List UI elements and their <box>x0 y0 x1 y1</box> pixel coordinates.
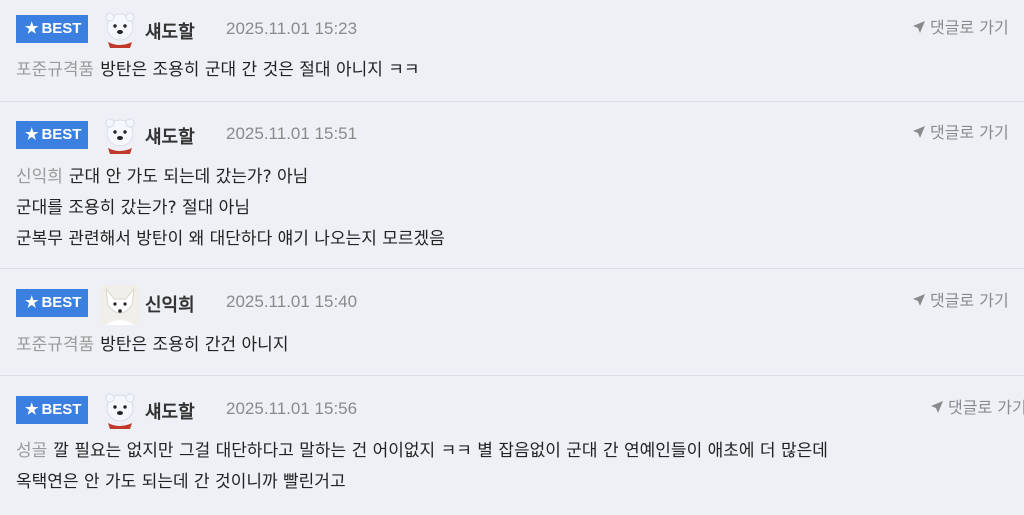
comment-line: 군복무 관련해서 방탄이 왜 대단하다 얘기 나오는지 모르겠음 <box>16 229 445 249</box>
send-arrow-icon <box>930 399 944 418</box>
star-icon: ★ <box>25 294 39 311</box>
reply-link[interactable]: 댓글로 가기 <box>912 287 1009 311</box>
comment-body: 포준규격품 방탄은 조용히 군대 간 것은 절대 아니지 ㅋㅋ <box>16 55 420 86</box>
star-icon: ★ <box>25 401 39 418</box>
comment-body: 포준규격품 방탄은 조용히 간건 아니지 <box>16 330 288 361</box>
comment-date: 2025.11.01 15:23 <box>226 19 358 38</box>
comment-body: 신익희 군대 안 가도 되는데 갔는가? 아님 군대를 조용히 갔는가? 절대 아… <box>16 162 445 255</box>
author-name[interactable]: 신익희 <box>145 291 195 317</box>
comment-date: 2025.11.01 15:51 <box>226 124 358 143</box>
polar-bear-avatar-icon[interactable] <box>100 10 140 50</box>
comment-date: 2025.11.01 15:56 <box>226 399 358 418</box>
reply-link[interactable]: 댓글로 가기 <box>930 394 1024 418</box>
mention-name[interactable]: 신익희 <box>16 167 63 187</box>
send-arrow-icon <box>912 292 926 311</box>
send-arrow-icon <box>912 19 926 38</box>
author-name[interactable]: 섀도할 <box>145 123 195 149</box>
comment-date: 2025.11.01 15:40 <box>226 292 358 311</box>
comment-body: 성골 깔 필요는 없지만 그걸 대단하다고 말하는 건 어이없지 ㅋㅋ 별 잡음없… <box>16 436 828 498</box>
comment-item: ★ BEST 신익희 2025.11.01 15:40 댓글로 가기 포준규격품 방… <box>0 269 1024 376</box>
comment-line: 포준규격품 방탄은 조용히 간건 아니지 <box>16 335 289 355</box>
comment-item: ★ BEST 섀도할 2025.11.01 15:51 댓글로 가기 신익희 군대 … <box>0 102 1024 269</box>
reply-link[interactable]: 댓글로 가기 <box>912 14 1009 38</box>
best-badge: ★ BEST <box>16 396 88 424</box>
arctic-fox-avatar-icon[interactable] <box>100 285 140 325</box>
mention-name[interactable]: 포준규격품 <box>16 60 94 80</box>
best-badge: ★ BEST <box>16 121 88 149</box>
comment-line: 신익희 군대 안 가도 되는데 갔는가? 아님 <box>16 167 309 187</box>
send-arrow-icon <box>912 124 926 143</box>
comment-line: 옥택연은 안 가도 되는데 간 것이니까 빨린거고 <box>16 472 346 492</box>
reply-link[interactable]: 댓글로 가기 <box>912 119 1009 143</box>
comment-line: 포준규격품 방탄은 조용히 군대 간 것은 절대 아니지 ㅋㅋ <box>16 60 420 80</box>
best-badge: ★ BEST <box>16 15 88 43</box>
comment-line: 성골 깔 필요는 없지만 그걸 대단하다고 말하는 건 어이없지 ㅋㅋ 별 잡음없… <box>16 441 828 461</box>
best-badge: ★ BEST <box>16 289 88 317</box>
polar-bear-avatar-icon[interactable] <box>100 116 140 156</box>
author-name[interactable]: 섀도할 <box>145 18 195 44</box>
star-icon: ★ <box>25 126 39 143</box>
comment-line: 군대를 조용히 갔는가? 절대 아님 <box>16 198 250 218</box>
comment-item: ★ BEST 섀도할 2025.11.01 15:56 댓글로 가기 성골 깔 필요… <box>0 376 1024 515</box>
comment-item: ★ BEST 섀도할 2025.11.01 15:23 댓글로 가기 포준규격품 방… <box>0 0 1024 102</box>
mention-name[interactable]: 포준규격품 <box>16 335 94 355</box>
author-name[interactable]: 섀도할 <box>145 398 195 424</box>
star-icon: ★ <box>25 20 39 37</box>
polar-bear-avatar-icon[interactable] <box>100 391 140 431</box>
mention-name[interactable]: 성골 <box>16 441 47 461</box>
